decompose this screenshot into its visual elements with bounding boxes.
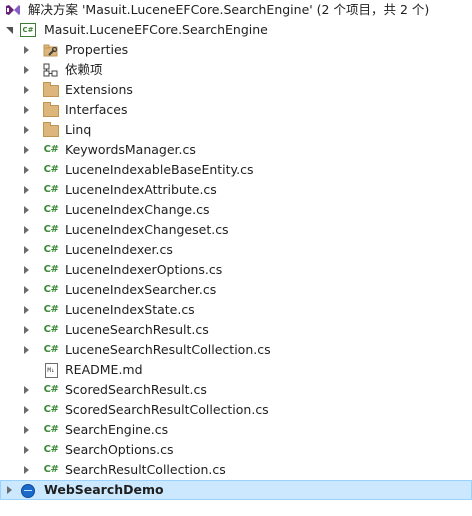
expand-arrow-icon[interactable]	[20, 40, 32, 60]
folder-icon	[43, 122, 59, 137]
node-label: LuceneIndexerOptions.cs	[65, 262, 223, 277]
node-label: LuceneIndexAttribute.cs	[65, 182, 217, 197]
dependencies-icon	[43, 63, 59, 77]
folder-icon	[43, 82, 59, 97]
csharp-file-icon: C#	[43, 344, 59, 355]
expand-arrow-icon[interactable]	[20, 120, 32, 140]
csharp-file-icon: C#	[43, 164, 59, 175]
csharp-file-icon: C#	[43, 284, 59, 295]
expand-arrow-icon[interactable]	[20, 440, 32, 460]
node-label: KeywordsManager.cs	[65, 142, 196, 157]
project-label: Masuit.LuceneEFCore.SearchEngine	[44, 22, 268, 37]
solution-node[interactable]: 解决方案 'Masuit.LuceneEFCore.SearchEngine' …	[0, 0, 472, 20]
tree-node-extensions[interactable]: Extensions	[0, 80, 472, 100]
csharp-file-icon: C#	[43, 464, 59, 475]
tree-node-file[interactable]: C# LuceneIndexableBaseEntity.cs	[0, 160, 472, 180]
folder-icon	[43, 102, 59, 117]
csharp-file-icon: C#	[43, 224, 59, 235]
expand-arrow-icon[interactable]	[20, 160, 32, 180]
tree-node-file[interactable]: C# LuceneIndexAttribute.cs	[0, 180, 472, 200]
tree-node-file[interactable]: C# KeywordsManager.cs	[0, 140, 472, 160]
expand-arrow-icon[interactable]	[3, 481, 15, 499]
expand-arrow-icon[interactable]	[20, 300, 32, 320]
expand-arrow-icon[interactable]	[20, 280, 32, 300]
node-label: LuceneIndexChange.cs	[65, 202, 210, 217]
expand-arrow-icon[interactable]	[20, 460, 32, 480]
node-label: Interfaces	[65, 102, 128, 117]
tree-node-file[interactable]: C# SearchResultCollection.cs	[0, 460, 472, 480]
expand-arrow-icon[interactable]	[20, 240, 32, 260]
collapse-arrow-icon[interactable]	[3, 20, 15, 40]
node-label: LuceneIndexState.cs	[65, 302, 195, 317]
tree-node-file[interactable]: C# SearchEngine.cs	[0, 420, 472, 440]
tree-node-file[interactable]: C# ScoredSearchResult.cs	[0, 380, 472, 400]
node-label: 依赖项	[65, 62, 103, 77]
csharp-file-icon: C#	[43, 424, 59, 435]
tree-node-file[interactable]: C# ScoredSearchResultCollection.cs	[0, 400, 472, 420]
node-label: README.md	[65, 362, 143, 377]
csharp-file-icon: C#	[43, 404, 59, 415]
tree-node-file[interactable]: C# LuceneIndexChangeset.cs	[0, 220, 472, 240]
node-label: SearchResultCollection.cs	[65, 462, 226, 477]
node-label: SearchOptions.cs	[65, 442, 174, 457]
csharp-file-icon: C#	[43, 184, 59, 195]
expand-arrow-icon[interactable]	[20, 140, 32, 160]
node-label: ScoredSearchResult.cs	[65, 382, 207, 397]
node-label: ScoredSearchResultCollection.cs	[65, 402, 269, 417]
tree-node-file[interactable]: C# LuceneIndexSearcher.cs	[0, 280, 472, 300]
tree-node-properties[interactable]: Properties	[0, 40, 472, 60]
visual-studio-solution-icon	[5, 3, 21, 17]
expand-arrow-icon[interactable]	[20, 380, 32, 400]
node-label: LuceneIndexableBaseEntity.cs	[65, 162, 254, 177]
tree-node-file[interactable]: C# LuceneIndexerOptions.cs	[0, 260, 472, 280]
project-node-websearchdemo[interactable]: WebSearchDemo	[0, 480, 472, 500]
tree-node-file[interactable]: C# LuceneIndexState.cs	[0, 300, 472, 320]
wrench-folder-icon	[43, 43, 59, 57]
tree-node-dependencies[interactable]: 依赖项	[0, 60, 472, 80]
expand-arrow-icon[interactable]	[20, 60, 32, 80]
csharp-file-icon: C#	[43, 444, 59, 455]
node-label: LuceneIndexChangeset.cs	[65, 222, 229, 237]
csharp-file-icon: C#	[43, 144, 59, 155]
expand-arrow-icon[interactable]	[20, 420, 32, 440]
web-project-icon	[20, 483, 36, 498]
node-label: LuceneSearchResultCollection.cs	[65, 342, 271, 357]
tree-node-readme[interactable]: M↓ README.md	[0, 360, 472, 380]
csharp-project-icon: C#	[20, 23, 36, 37]
node-label: LuceneIndexer.cs	[65, 242, 173, 257]
tree-node-file[interactable]: C# LuceneIndexer.cs	[0, 240, 472, 260]
expand-arrow-icon[interactable]	[20, 100, 32, 120]
expand-arrow-icon[interactable]	[20, 340, 32, 360]
node-label: LuceneIndexSearcher.cs	[65, 282, 217, 297]
csharp-file-icon: C#	[43, 304, 59, 315]
node-label: Linq	[65, 122, 92, 137]
node-label: SearchEngine.cs	[65, 422, 169, 437]
csharp-file-icon: C#	[43, 264, 59, 275]
expand-arrow-icon[interactable]	[20, 180, 32, 200]
project-node[interactable]: C# Masuit.LuceneEFCore.SearchEngine	[0, 20, 472, 40]
tree-node-file[interactable]: C# LuceneIndexChange.cs	[0, 200, 472, 220]
expand-arrow-icon[interactable]	[20, 80, 32, 100]
csharp-file-icon: C#	[43, 384, 59, 395]
expand-arrow-icon[interactable]	[20, 200, 32, 220]
node-label: Properties	[65, 42, 129, 57]
markdown-file-icon: M↓	[43, 362, 59, 378]
solution-label: 解决方案 'Masuit.LuceneEFCore.SearchEngine' …	[28, 2, 430, 17]
expand-arrow-icon[interactable]	[20, 400, 32, 420]
expand-arrow-icon[interactable]	[20, 220, 32, 240]
node-label: Extensions	[65, 82, 133, 97]
tree-node-file[interactable]: C# SearchOptions.cs	[0, 440, 472, 460]
solution-explorer-tree: 解决方案 'Masuit.LuceneEFCore.SearchEngine' …	[0, 0, 472, 500]
project-label: WebSearchDemo	[44, 482, 164, 497]
csharp-file-icon: C#	[43, 204, 59, 215]
tree-node-file[interactable]: C# LuceneSearchResult.cs	[0, 320, 472, 340]
csharp-file-icon: C#	[43, 324, 59, 335]
csharp-file-icon: C#	[43, 244, 59, 255]
tree-node-file[interactable]: C# LuceneSearchResultCollection.cs	[0, 340, 472, 360]
expand-arrow-icon[interactable]	[20, 260, 32, 280]
node-label: LuceneSearchResult.cs	[65, 322, 209, 337]
tree-node-linq[interactable]: Linq	[0, 120, 472, 140]
tree-node-interfaces[interactable]: Interfaces	[0, 100, 472, 120]
expand-arrow-icon[interactable]	[20, 320, 32, 340]
